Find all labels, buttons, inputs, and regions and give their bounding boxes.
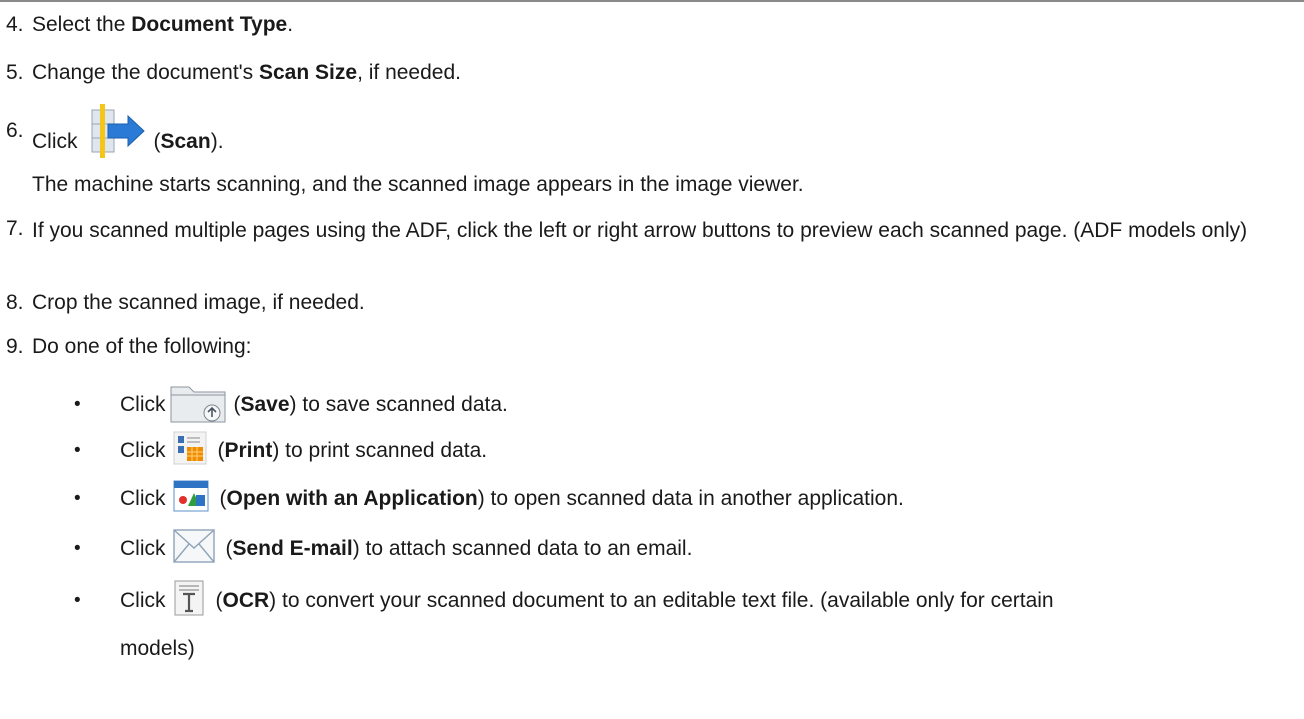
bullet-rest: ) to save scanned data. bbox=[289, 393, 508, 416]
click-text: Click bbox=[120, 393, 166, 416]
send-email-label: Send E-mail bbox=[232, 537, 353, 560]
step-text: Crop the scanned image, if needed. bbox=[32, 291, 365, 314]
bullet-mark: • bbox=[74, 488, 81, 509]
bullet-mark: • bbox=[74, 394, 81, 415]
step-text: Click bbox=[32, 129, 78, 153]
print-label: Print bbox=[224, 439, 273, 462]
envelope-icon[interactable] bbox=[172, 526, 216, 573]
step-text: Do one of the following: bbox=[32, 335, 252, 358]
bullet-mark: • bbox=[74, 590, 81, 611]
bullet-mark: • bbox=[74, 440, 81, 461]
top-divider bbox=[0, 0, 1304, 2]
bullet-mark: • bbox=[74, 538, 81, 559]
save-label: Save bbox=[240, 393, 290, 416]
bullet-rest: ) to open scanned data in another applic… bbox=[477, 487, 904, 510]
step-text: If you scanned multiple pages using the … bbox=[32, 219, 1248, 242]
bullet-rest: ) to convert your scanned document to an… bbox=[269, 589, 1054, 612]
scan-icon[interactable] bbox=[88, 104, 146, 165]
click-text: Click bbox=[120, 487, 166, 510]
step-number: 8. bbox=[6, 291, 24, 314]
step-number: 6. bbox=[6, 119, 24, 142]
bullet-rest: ) to print scanned data. bbox=[272, 439, 488, 462]
open-app-label: Open with an Application bbox=[226, 487, 478, 510]
step-emphasis: Document Type bbox=[131, 13, 288, 36]
ocr-continuation: models) bbox=[120, 637, 195, 660]
print-icon[interactable] bbox=[172, 430, 208, 473]
folder-save-icon[interactable] bbox=[168, 379, 228, 432]
open-application-icon[interactable] bbox=[172, 478, 210, 521]
step-number: 5. bbox=[6, 61, 24, 84]
step-number: 7. bbox=[6, 217, 24, 240]
step-emphasis: Scan Size bbox=[259, 61, 358, 84]
ocr-text-icon[interactable] bbox=[172, 579, 206, 624]
click-text: Click bbox=[120, 537, 166, 560]
ocr-label: OCR bbox=[222, 589, 270, 612]
step-text: Change the document's bbox=[32, 61, 259, 84]
scan-label: Scan bbox=[160, 129, 211, 153]
click-text: Click bbox=[120, 589, 166, 612]
bullet-rest: ) to attach scanned data to an email. bbox=[352, 537, 693, 560]
step-6-note: The machine starts scanning, and the sca… bbox=[32, 173, 804, 196]
click-text: Click bbox=[120, 439, 166, 462]
step-number: 9. bbox=[6, 335, 24, 358]
step-number: 4. bbox=[6, 13, 24, 36]
step-text-end: . bbox=[287, 13, 294, 36]
step-text-end: , if needed. bbox=[357, 61, 461, 84]
step-text: Select the bbox=[32, 13, 132, 36]
